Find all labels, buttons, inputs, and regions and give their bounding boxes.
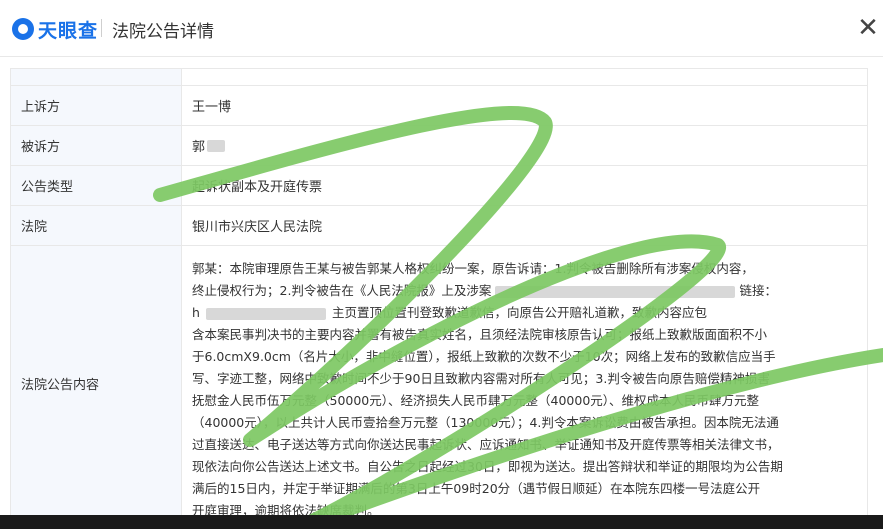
content-line: 满后的15日内，并定于举证期满后的第3日上午09时20分（遇节假日顺延）在本院东… bbox=[192, 481, 761, 496]
table-row-notice-content: 法院公告内容 郭某：本院审理原告王某与被告郭某人格权纠纷一案，原告诉请：1.判令… bbox=[11, 246, 867, 521]
notice-content-text: 郭某：本院审理原告王某与被告郭某人格权纠纷一案，原告诉请：1.判令被告删除所有涉… bbox=[192, 258, 783, 522]
modal-header: 天眼查 法院公告详情 ✕ bbox=[0, 0, 883, 57]
row-label-notice-type: 公告类型 bbox=[11, 166, 182, 205]
row-label-notice-content: 法院公告内容 bbox=[11, 246, 182, 520]
row-value-defendant-cell: 郭 bbox=[182, 126, 867, 165]
content-line: 过直接送达、电子送达等方式向你送达民事起诉状、应诉通知书、举证通知书及开庭传票等… bbox=[192, 437, 780, 452]
row-value-notice-type: 起诉状副本及开庭传票 bbox=[192, 180, 323, 195]
table-row-appellant: 上诉方 王一博 bbox=[11, 86, 867, 126]
row-label-appellant: 上诉方 bbox=[11, 86, 182, 125]
row-value-appellant[interactable]: 王一博 bbox=[182, 86, 867, 125]
logo-eye-icon bbox=[12, 18, 34, 40]
announcement-detail-table: 上诉方 王一博 被诉方 郭 公告类型 起诉状副本及开庭传票 法院 银川市兴庆区人… bbox=[10, 68, 868, 521]
content-line: 现依法向你公告送达上述文书。自公告之日起经过30日，即视为送达。提出答辩状和举证… bbox=[192, 459, 783, 474]
table-row-top-partial bbox=[11, 69, 867, 86]
content-line: 郭某：本院审理原告王某与被告郭某人格权纠纷一案，原告诉请：1.判令被告删除所有涉… bbox=[192, 261, 754, 276]
logo-text: 天眼查 bbox=[38, 19, 99, 42]
redacted-url-block bbox=[205, 307, 326, 320]
table-row-defendant: 被诉方 郭 bbox=[11, 126, 867, 166]
bottom-dark-strip bbox=[0, 515, 883, 529]
content-line: 终止侵权行为；2.判令被告在《人民法院报》上及涉案 链接： bbox=[192, 283, 777, 298]
content-line: 含本案民事判决书的主要内容并署有被告真实姓名，且须经法院审核原告认可；报纸上致歉… bbox=[192, 327, 768, 342]
row-value-court[interactable]: 银川市兴庆区人民法院 bbox=[182, 206, 867, 245]
row-label-defendant: 被诉方 bbox=[11, 126, 182, 165]
tianyancha-logo: 天眼查 bbox=[12, 17, 99, 42]
table-row-notice-type: 公告类型 起诉状副本及开庭传票 bbox=[11, 166, 867, 206]
redacted-name-block bbox=[207, 139, 226, 152]
row-label-court: 法院 bbox=[11, 206, 182, 245]
content-line: 于6.0cmX9.0cm（名片大小，非中缝位置），报纸上致歉的次数不少于10次；… bbox=[192, 349, 776, 364]
row-value-notice-content: 郭某：本院审理原告王某与被告郭某人格权纠纷一案，原告诉请：1.判令被告删除所有涉… bbox=[182, 246, 867, 520]
header-divider bbox=[101, 19, 102, 37]
content-line: h 主页置顶位置刊登致歉道歉信，向原告公开赔礼道歉，致歉内容应包 bbox=[192, 305, 707, 320]
redacted-link-block bbox=[495, 285, 736, 298]
content-line: 抚慰金人民币伍万元整（50000元）、经济损失人民币肆万元整（40000元）、维… bbox=[192, 393, 760, 408]
content-line: （40000元），以上共计人民币壹拾叁万元整（130000元）；4.判令本案诉讼… bbox=[192, 415, 779, 430]
content-line: 写、字迹工整，网络中致歉时间不少于90日且致歉内容需对所有人可见；3.判令被告向… bbox=[192, 371, 770, 386]
row-value-defendant[interactable]: 郭 bbox=[192, 136, 205, 155]
table-row-court: 法院 银川市兴庆区人民法院 bbox=[11, 206, 867, 246]
page-title: 法院公告详情 bbox=[112, 22, 214, 42]
close-icon[interactable]: ✕ bbox=[853, 14, 883, 44]
